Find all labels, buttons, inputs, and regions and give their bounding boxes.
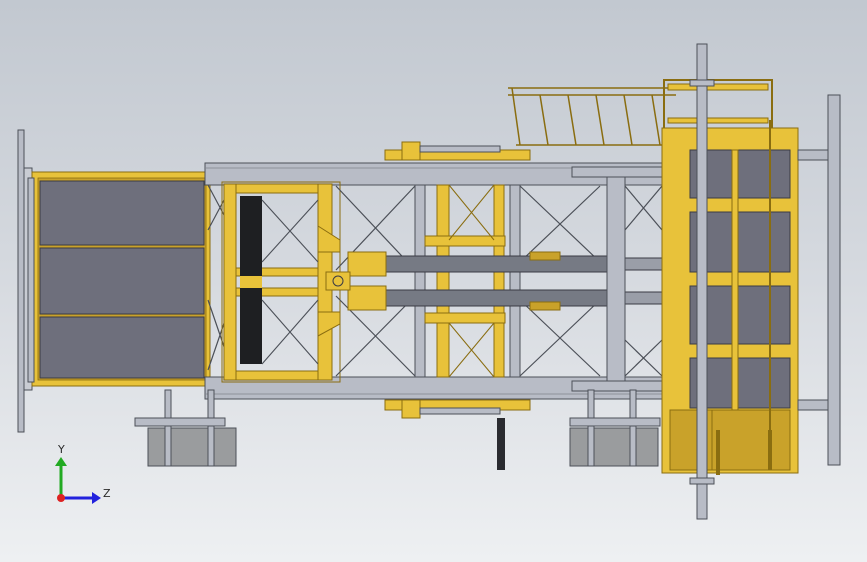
machine-top-view-drawing: [17, 43, 841, 520]
cad-viewport[interactable]: Y Z: [0, 0, 867, 562]
hopper-panel-top: [39, 180, 205, 246]
left-counterweight: [134, 389, 237, 467]
hanging-chain: [497, 418, 505, 470]
right-housing: [661, 79, 799, 474]
hopper-panel-bottom: [39, 316, 205, 379]
hopper-panel-middle: [39, 247, 205, 315]
axis-y-label: Y: [58, 443, 65, 456]
right-end-bar: [797, 94, 841, 466]
axes-triad: [55, 457, 101, 504]
axis-z-label: Z: [103, 487, 111, 500]
right-counterweight: [569, 389, 661, 467]
central-yellow-frame: [221, 181, 341, 383]
center-posts: [414, 184, 521, 378]
ladder-platform: [508, 87, 676, 146]
left-hopper: [27, 171, 211, 387]
